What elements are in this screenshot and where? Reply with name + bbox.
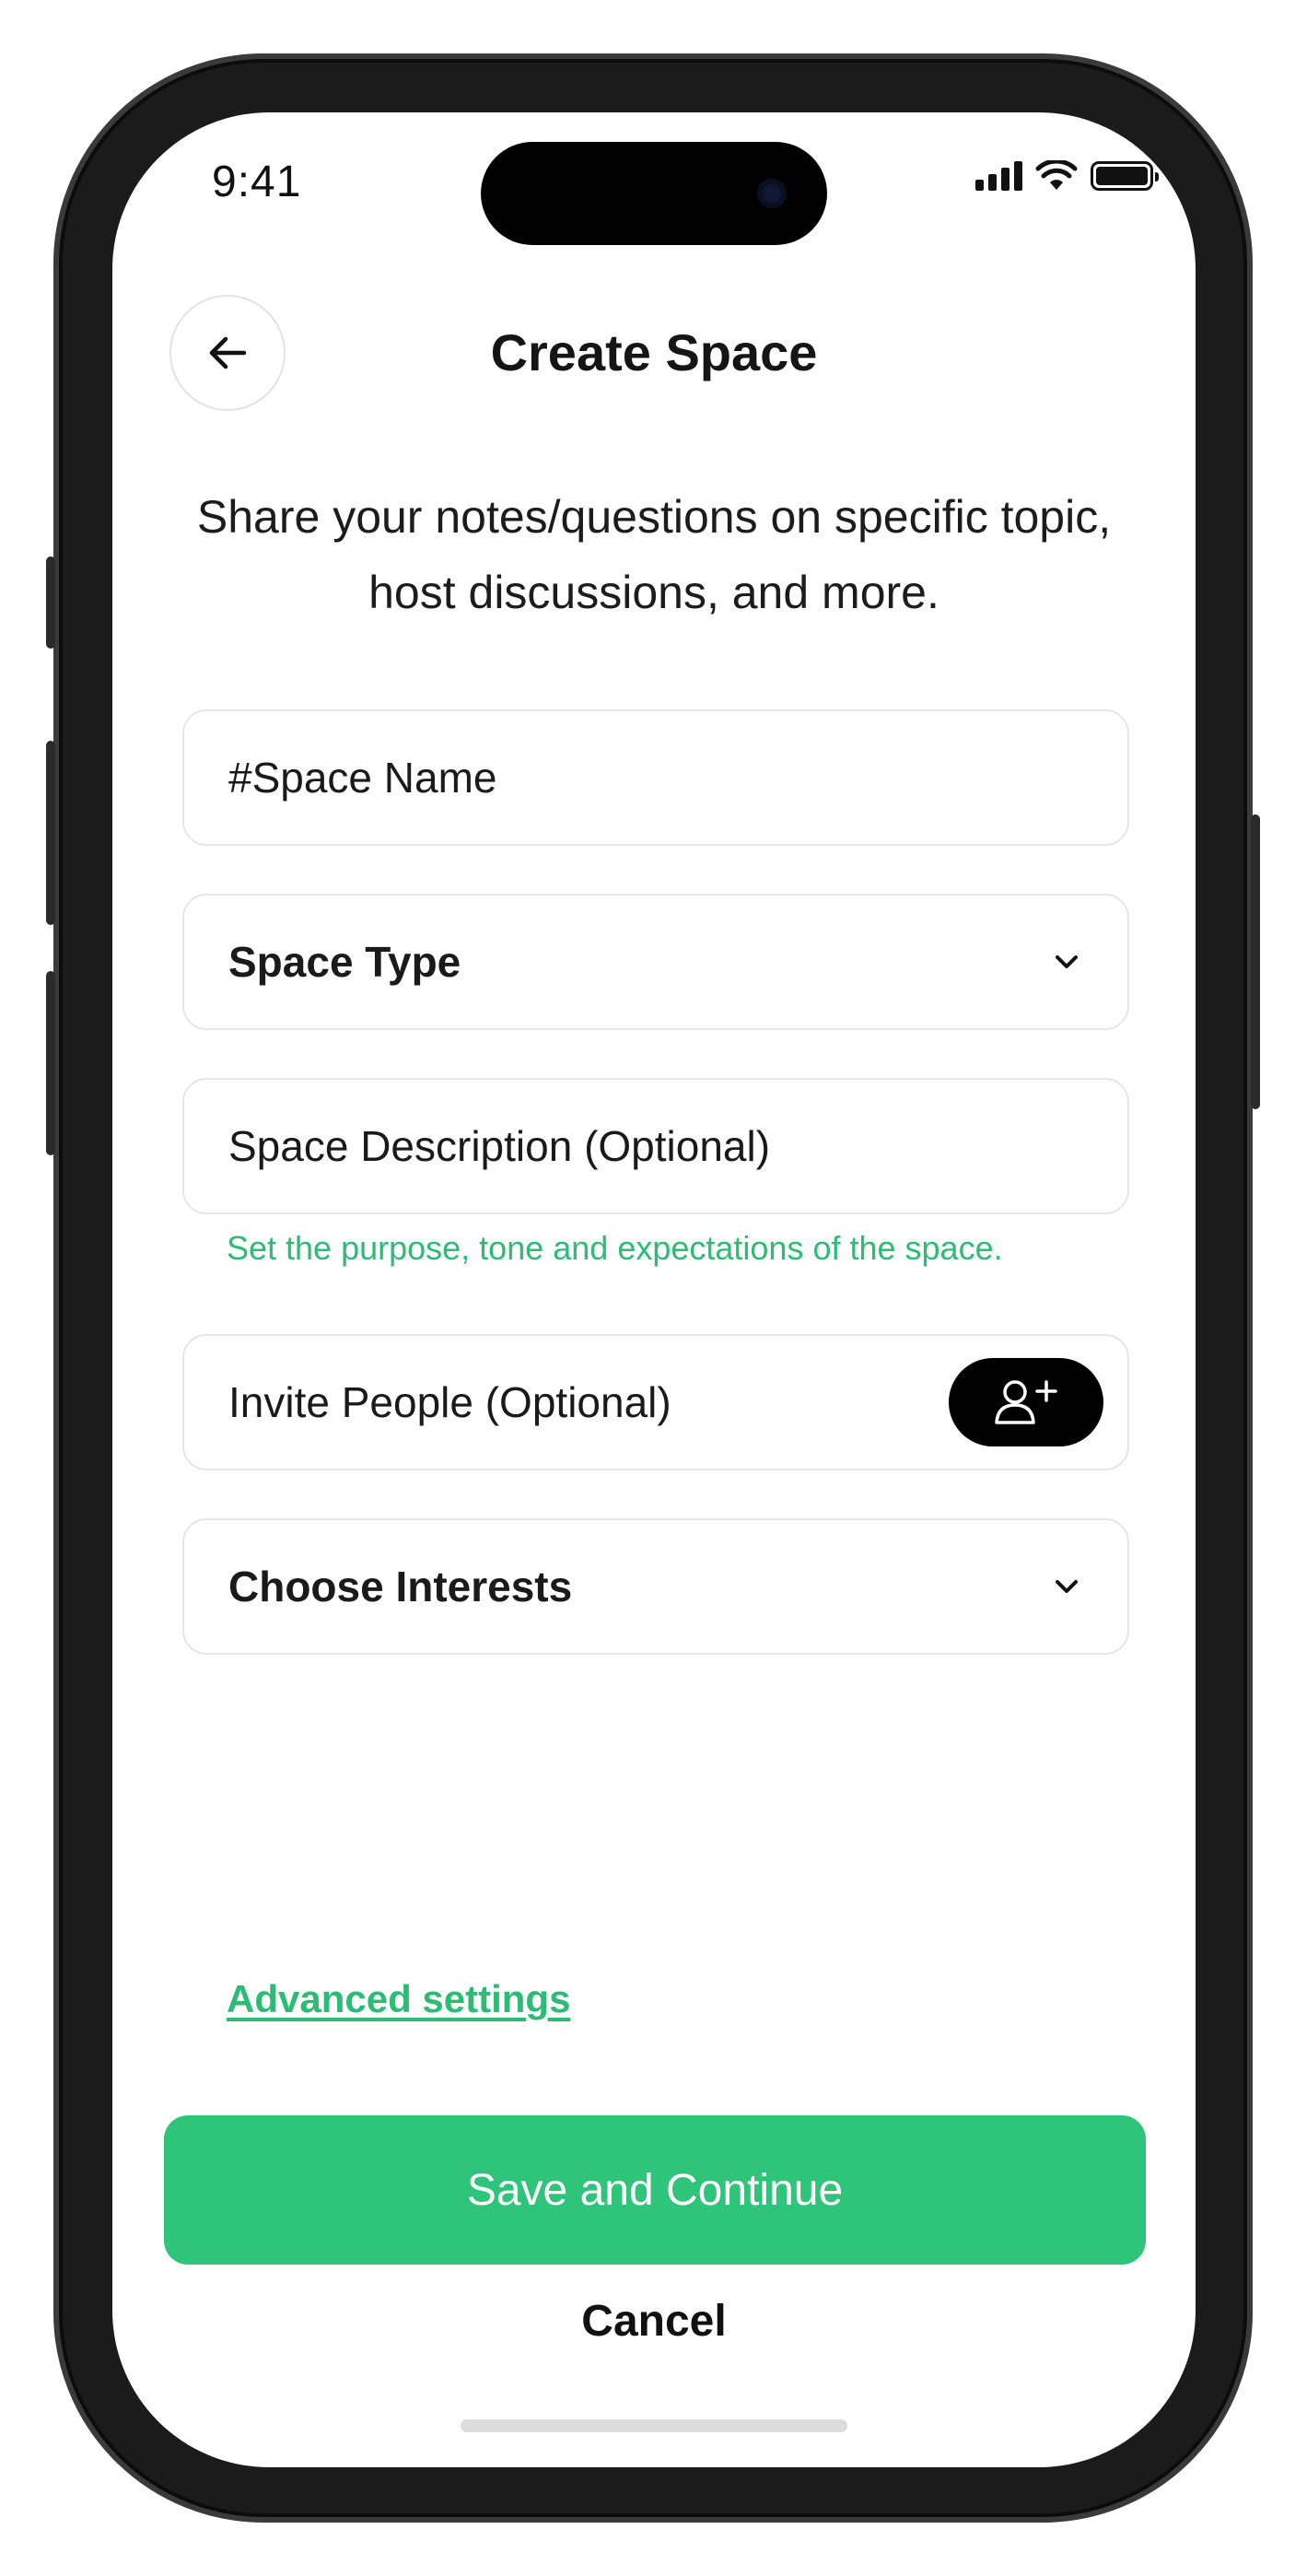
space-name-placeholder: #Space Name bbox=[228, 754, 497, 802]
power-button bbox=[1251, 814, 1260, 1109]
invite-people-field[interactable]: Invite People (Optional) bbox=[182, 1334, 1129, 1470]
add-user-icon bbox=[995, 1380, 1057, 1424]
save-and-continue-button[interactable]: Save and Continue bbox=[164, 2115, 1146, 2265]
choose-interests-label: Choose Interests bbox=[228, 1563, 573, 1610]
signal-icon bbox=[975, 161, 1022, 191]
space-type-select[interactable]: Space Type bbox=[182, 894, 1129, 1030]
home-indicator[interactable] bbox=[461, 2419, 847, 2432]
volume-up-button bbox=[46, 741, 55, 925]
page-subtitle: Share your notes/questions on specific t… bbox=[196, 491, 1112, 618]
page-title: Create Space bbox=[490, 323, 818, 381]
space-description-field[interactable]: Space Description (Optional) bbox=[182, 1078, 1129, 1214]
chevron-down-icon bbox=[1050, 945, 1083, 978]
status-icons bbox=[975, 160, 1159, 192]
space-type-label: Space Type bbox=[228, 938, 461, 986]
battery-icon bbox=[1091, 161, 1159, 191]
invite-people-label: Invite People (Optional) bbox=[228, 1378, 671, 1426]
space-description-placeholder: Space Description (Optional) bbox=[228, 1122, 771, 1170]
dynamic-island bbox=[481, 142, 827, 245]
space-name-field[interactable]: #Space Name bbox=[182, 709, 1129, 846]
status-time: 9:41 bbox=[212, 158, 302, 206]
chevron-down-icon bbox=[1050, 1570, 1083, 1603]
choose-interests-select[interactable]: Choose Interests bbox=[182, 1518, 1129, 1655]
action-button bbox=[46, 556, 55, 649]
description-helper-text: Set the purpose, tone and expectations o… bbox=[227, 1229, 1003, 1267]
wifi-icon bbox=[1035, 160, 1078, 190]
add-user-button[interactable] bbox=[949, 1358, 1103, 1446]
volume-down-button bbox=[46, 971, 55, 1155]
app-screen: 9:41 Create Space Share your notes/quest… bbox=[112, 112, 1196, 2467]
front-camera bbox=[757, 179, 787, 208]
advanced-settings-link[interactable]: Advanced settings bbox=[227, 1977, 570, 2021]
cancel-button[interactable]: Cancel bbox=[112, 2296, 1196, 2347]
